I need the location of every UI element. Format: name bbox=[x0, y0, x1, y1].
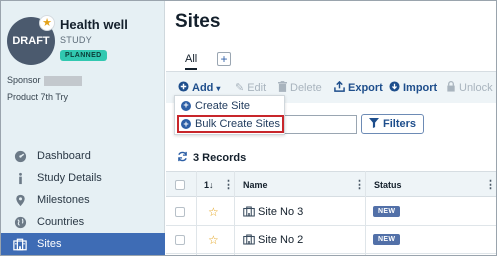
edit-button[interactable]: ✎ Edit bbox=[235, 81, 267, 95]
site-name[interactable]: Site No 2 bbox=[258, 234, 303, 246]
building-icon bbox=[13, 237, 27, 251]
app-window: DRAFT ★ Health well STUDY PLANNED Sponso… bbox=[0, 0, 497, 256]
sidebar-item-label: Milestones bbox=[37, 194, 90, 206]
product-row: Product 7th Try bbox=[7, 92, 68, 102]
lock-icon bbox=[446, 81, 456, 95]
column-divider bbox=[234, 171, 235, 255]
product-label: Product bbox=[7, 92, 39, 102]
building-icon bbox=[243, 234, 255, 248]
sort-down-arrow-icon: ↓ bbox=[209, 180, 214, 190]
sidebar-item-label: Sites bbox=[37, 238, 62, 250]
row-checkbox[interactable] bbox=[175, 207, 185, 217]
sidebar-item-sites[interactable]: Sites bbox=[1, 233, 165, 255]
globe-icon bbox=[13, 215, 27, 229]
export-icon bbox=[334, 80, 345, 95]
filter-icon bbox=[368, 117, 379, 131]
export-button[interactable]: Export bbox=[334, 80, 383, 95]
import-button[interactable]: Import bbox=[389, 81, 437, 95]
refresh-icon[interactable] bbox=[177, 151, 188, 165]
search-input[interactable] bbox=[284, 115, 357, 134]
study-name: Health well bbox=[60, 17, 128, 32]
delete-button[interactable]: Delete bbox=[278, 81, 322, 95]
sort-column-header[interactable]: 1↓ bbox=[204, 180, 214, 190]
avatar-text: DRAFT bbox=[12, 35, 50, 47]
menu-item-label: Create Site bbox=[195, 99, 251, 112]
sponsor-redacted-value bbox=[43, 75, 82, 86]
column-header-name[interactable]: Name bbox=[243, 180, 268, 190]
favorite-star-icon[interactable]: ☆ bbox=[208, 205, 219, 219]
column-header-status[interactable]: Status bbox=[374, 180, 402, 190]
import-icon bbox=[389, 81, 400, 95]
sidebar-item-dashboard[interactable]: Dashboard bbox=[1, 145, 165, 167]
add-dropdown-menu: + Create Site + Bulk Create Sites bbox=[174, 95, 285, 135]
plus-circle-icon bbox=[178, 81, 189, 95]
dashboard-icon bbox=[13, 149, 27, 163]
import-button-label: Import bbox=[403, 82, 438, 94]
table-row[interactable]: ☆ Site No 2 NEW bbox=[166, 227, 496, 254]
favorite-star-icon[interactable]: ☆ bbox=[208, 233, 219, 247]
sidebar-item-milestones[interactable]: Milestones bbox=[1, 189, 165, 211]
pencil-icon: ✎ bbox=[235, 82, 245, 94]
menu-item-label: Bulk Create Sites bbox=[195, 118, 280, 130]
filters-button-label: Filters bbox=[382, 118, 416, 130]
menu-item-create-site[interactable]: + Create Site bbox=[179, 98, 250, 113]
building-icon bbox=[243, 206, 255, 220]
study-type: STUDY bbox=[60, 35, 93, 45]
table-row[interactable]: ☆ Site No 3 NEW bbox=[166, 199, 496, 226]
column-menu-icon[interactable]: ⋮ bbox=[223, 178, 234, 191]
sidebar-item-label: Dashboard bbox=[37, 150, 91, 162]
sponsor-row: Sponsor bbox=[7, 75, 82, 86]
sidebar-nav: Dashboard Study Details Milestones Count… bbox=[1, 145, 165, 255]
select-all-checkbox[interactable] bbox=[175, 180, 185, 190]
sidebar-item-study-details[interactable]: Study Details bbox=[1, 167, 165, 189]
map-pin-icon bbox=[13, 193, 27, 207]
add-button-label: Add bbox=[192, 82, 214, 94]
column-divider bbox=[196, 171, 197, 255]
plus-circle-icon: + bbox=[181, 100, 191, 111]
chevron-down-icon: ▾ bbox=[216, 83, 221, 93]
column-menu-icon[interactable]: ⋮ bbox=[354, 178, 365, 191]
unlock-button[interactable]: Unlock bbox=[446, 81, 493, 95]
row-checkbox[interactable] bbox=[175, 235, 185, 245]
sidebar-item-label: Countries bbox=[37, 216, 85, 228]
trash-icon bbox=[278, 81, 287, 95]
info-icon bbox=[13, 171, 27, 185]
filters-button[interactable]: Filters bbox=[361, 114, 424, 134]
status-badge: PLANNED bbox=[60, 50, 107, 61]
column-menu-icon[interactable]: ⋮ bbox=[485, 178, 496, 191]
status-badge: NEW bbox=[373, 206, 401, 217]
add-button[interactable]: Add ▾ bbox=[178, 81, 220, 95]
menu-item-bulk-create-sites[interactable]: + Bulk Create Sites bbox=[177, 115, 284, 133]
product-value: 7th Try bbox=[40, 92, 69, 102]
column-divider bbox=[365, 171, 366, 255]
edit-button-label: Edit bbox=[247, 81, 267, 94]
sidebar-item-label: Study Details bbox=[37, 172, 102, 184]
site-name[interactable]: Site No 3 bbox=[258, 206, 303, 218]
add-tab-button[interactable]: + bbox=[217, 52, 231, 66]
sidebar-item-countries[interactable]: Countries bbox=[1, 211, 165, 233]
records-label: 3 Records bbox=[193, 152, 247, 164]
tab-all[interactable]: All bbox=[185, 53, 198, 70]
table-header: 1↓ ⋮ Name ⋮ Status ⋮ bbox=[166, 171, 496, 197]
export-button-label: Export bbox=[348, 82, 383, 94]
page-title: Sites bbox=[175, 11, 221, 32]
status-badge: NEW bbox=[373, 234, 401, 245]
records-count: 3 Records bbox=[177, 151, 246, 165]
unlock-button-label: Unlock bbox=[459, 82, 493, 94]
delete-button-label: Delete bbox=[290, 82, 322, 94]
favorite-star-icon[interactable]: ★ bbox=[39, 15, 55, 31]
plus-circle-icon: + bbox=[181, 119, 191, 129]
sponsor-label: Sponsor bbox=[7, 75, 41, 85]
sidebar: DRAFT ★ Health well STUDY PLANNED Sponso… bbox=[1, 1, 165, 255]
main-content: Sites All + Add ▾ ✎ Edit Delete Export I… bbox=[166, 1, 496, 255]
